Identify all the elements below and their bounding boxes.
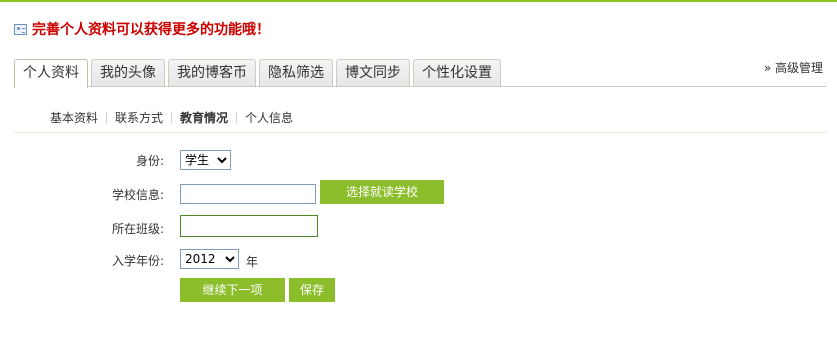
save-button[interactable]: 保存 [289, 278, 335, 302]
subnav-separator [106, 112, 108, 123]
subnav: 基本资料 联系方式 教育情况 个人信息 [50, 109, 293, 126]
school-input[interactable] [180, 184, 316, 204]
profile-card-icon [14, 23, 27, 35]
subnav-separator [236, 112, 238, 123]
subnav-personal-info[interactable]: 个人信息 [245, 109, 293, 126]
subnav-divider [14, 132, 826, 133]
advanced-management-link[interactable]: » 高级管理 [764, 59, 823, 76]
enrollment-year-select[interactable]: 2012 [180, 249, 239, 269]
year-label: 入学年份: [111, 254, 164, 268]
tab-blog-sync[interactable]: 博文同步 [336, 59, 410, 86]
subnav-basic-info[interactable]: 基本资料 [50, 109, 98, 126]
subnav-contact[interactable]: 联系方式 [115, 109, 163, 126]
subnav-education[interactable]: 教育情况 [180, 109, 228, 126]
class-input[interactable] [180, 215, 318, 237]
tab-my-avatar[interactable]: 我的头像 [91, 59, 165, 86]
top-accent-line [0, 0, 837, 2]
class-label: 所在班级: [111, 222, 164, 236]
identity-label: 身份: [135, 154, 164, 168]
year-unit: 年 [246, 255, 259, 269]
identity-select[interactable]: 学生 [180, 150, 231, 170]
notice-text: 完善个人资料可以获得更多的功能哦！ [32, 22, 270, 38]
tab-my-blog-coins[interactable]: 我的博客币 [168, 59, 256, 86]
next-step-button[interactable]: 继续下一项 [180, 278, 285, 302]
choose-school-button[interactable]: 选择就读学校 [320, 180, 444, 204]
tab-personalization[interactable]: 个性化设置 [413, 59, 501, 86]
profile-notice: 完善个人资料可以获得更多的功能哦！ [14, 20, 270, 38]
school-label: 学校信息: [111, 188, 164, 202]
tab-divider [14, 86, 826, 87]
subnav-separator [171, 112, 173, 123]
tab-personal-profile[interactable]: 个人资料 [14, 59, 88, 88]
tab-privacy-filter[interactable]: 隐私筛选 [259, 59, 333, 86]
tab-bar: 个人资料 我的头像 我的博客币 隐私筛选 博文同步 个性化设置 [14, 59, 501, 88]
